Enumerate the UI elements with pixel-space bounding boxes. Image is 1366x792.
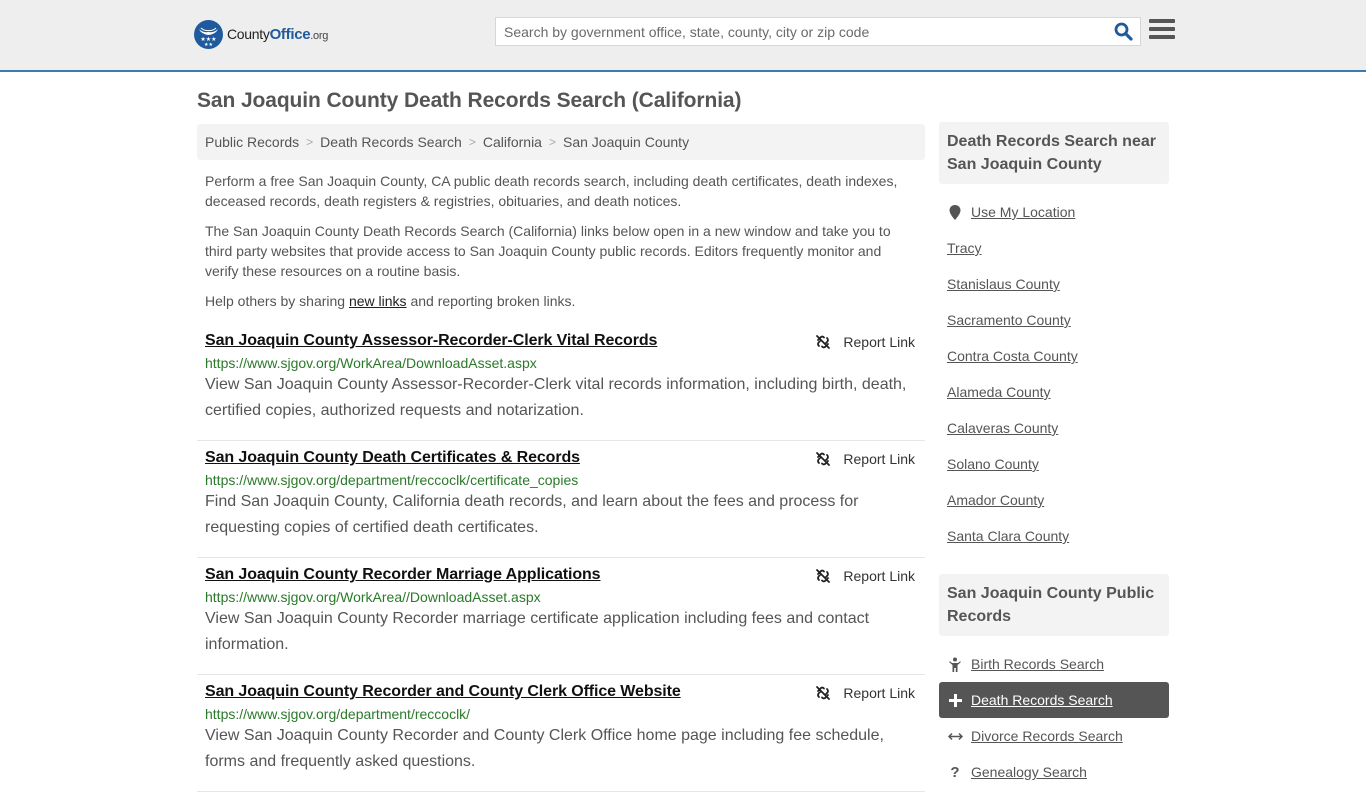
breadcrumb-public-records[interactable]: Public Records xyxy=(205,134,299,150)
svg-text:★★: ★★ xyxy=(204,42,213,48)
death-records-search-link[interactable]: Death Records Search xyxy=(971,692,1113,708)
logo-tld: .org xyxy=(310,30,329,42)
report-link-label: Report Link xyxy=(843,451,915,467)
nearby-heading: Death Records Search near San Joaquin Co… xyxy=(939,122,1169,184)
report-link-button[interactable]: Report Link xyxy=(815,568,915,584)
result-item: San Joaquin County Recorder and County C… xyxy=(197,675,925,792)
result-description: View San Joaquin County Recorder and Cou… xyxy=(205,727,884,770)
report-link-label: Report Link xyxy=(843,568,915,584)
result-item: San Joaquin County Recorder Marriage App… xyxy=(197,558,925,675)
genealogy-search-link[interactable]: Genealogy Search xyxy=(971,764,1087,780)
nearby-item: Sacramento County xyxy=(939,302,1169,338)
map-marker-icon xyxy=(947,204,963,220)
search-input[interactable] xyxy=(496,18,1106,45)
nearby-link-alameda[interactable]: Alameda County xyxy=(947,384,1051,400)
logo-highlight: Office xyxy=(269,26,311,43)
search-button[interactable] xyxy=(1106,18,1140,45)
nearby-item: Stanislaus County xyxy=(939,266,1169,302)
nearby-link-solano[interactable]: Solano County xyxy=(947,456,1039,472)
result-description: View San Joaquin County Recorder marriag… xyxy=(205,610,870,653)
breadcrumb-san-joaquin-county[interactable]: San Joaquin County xyxy=(563,134,689,150)
result-url[interactable]: https://www.sjgov.org/department/reccocl… xyxy=(205,472,917,488)
report-link-label: Report Link xyxy=(843,685,915,701)
intro-paragraph-2: The San Joaquin County Death Records Sea… xyxy=(205,223,891,279)
public-records-list: Birth Records Search Death Records Searc… xyxy=(939,646,1169,790)
nearby-item: Solano County xyxy=(939,446,1169,482)
plus-icon xyxy=(947,693,963,707)
nearby-link-tracy[interactable]: Tracy xyxy=(947,240,981,256)
report-link-button[interactable]: Report Link xyxy=(815,334,915,350)
nearby-item: Contra Costa County xyxy=(939,338,1169,374)
divorce-records-search-link[interactable]: Divorce Records Search xyxy=(971,728,1123,744)
breadcrumb-death-records-search[interactable]: Death Records Search xyxy=(320,134,462,150)
sidebar: Death Records Search near San Joaquin Co… xyxy=(939,122,1169,790)
result-title-link[interactable]: San Joaquin County Death Certificates & … xyxy=(205,449,580,467)
nearby-item: Amador County xyxy=(939,482,1169,518)
nearby-link-amador[interactable]: Amador County xyxy=(947,492,1044,508)
child-icon xyxy=(947,657,963,672)
nearby-item: Tracy xyxy=(939,230,1169,266)
intro-paragraph-3: Help others by sharing new links and rep… xyxy=(205,291,917,311)
public-records-heading: San Joaquin County Public Records xyxy=(939,574,1169,636)
result-item: San Joaquin County Death Certificates & … xyxy=(197,441,925,558)
result-url[interactable]: https://www.sjgov.org/WorkArea//Download… xyxy=(205,589,917,605)
site-logo[interactable]: ★★★ ★★ CountyOffice.org xyxy=(194,20,328,49)
report-link-button[interactable]: Report Link xyxy=(815,451,915,467)
public-records-item-birth: Birth Records Search xyxy=(939,646,1169,682)
public-records-item-death: Death Records Search xyxy=(939,682,1169,718)
result-url[interactable]: https://www.sjgov.org/WorkArea/DownloadA… xyxy=(205,355,917,371)
nearby-link-stanislaus[interactable]: Stanislaus County xyxy=(947,276,1060,292)
breadcrumb-separator: > xyxy=(468,135,476,149)
intro-text-before: Help others by sharing xyxy=(205,293,349,309)
birth-records-search-link[interactable]: Birth Records Search xyxy=(971,656,1104,672)
use-my-location-link[interactable]: Use My Location xyxy=(971,204,1075,220)
hamburger-menu-icon[interactable] xyxy=(1149,19,1175,43)
new-links-link[interactable]: new links xyxy=(349,293,407,309)
result-description: Find San Joaquin County, California deat… xyxy=(205,493,859,536)
broken-link-icon xyxy=(816,569,831,583)
nearby-link-santa-clara[interactable]: Santa Clara County xyxy=(947,528,1069,544)
intro-text-after: and reporting broken links. xyxy=(406,293,576,309)
result-item: San Joaquin County Assessor-Recorder-Cle… xyxy=(197,324,925,441)
result-description: View San Joaquin County Assessor-Recorde… xyxy=(205,376,907,419)
broken-link-icon xyxy=(816,686,831,700)
report-link-button[interactable]: Report Link xyxy=(815,685,915,701)
nearby-list: Use My Location Tracy Stanislaus County … xyxy=(939,194,1169,554)
breadcrumb: Public Records > Death Records Search > … xyxy=(197,124,925,160)
use-my-location-item: Use My Location xyxy=(939,194,1169,230)
eagle-logo-icon: ★★★ ★★ xyxy=(194,20,223,49)
nearby-item: Alameda County xyxy=(939,374,1169,410)
logo-name: County xyxy=(227,26,270,42)
nearby-item: Santa Clara County xyxy=(939,518,1169,554)
site-search xyxy=(495,17,1141,46)
intro-text: Perform a free San Joaquin County, CA pu… xyxy=(197,171,925,311)
result-url[interactable]: https://www.sjgov.org/department/reccocl… xyxy=(205,706,917,722)
breadcrumb-california[interactable]: California xyxy=(483,134,542,150)
intro-paragraph-1: Perform a free San Joaquin County, CA pu… xyxy=(205,173,898,209)
main-content: Public Records > Death Records Search > … xyxy=(197,124,925,792)
logo-wordmark: CountyOffice.org xyxy=(227,26,328,43)
public-records-item-genealogy: ? Genealogy Search xyxy=(939,754,1169,790)
breadcrumb-separator: > xyxy=(548,135,556,149)
result-title-link[interactable]: San Joaquin County Recorder Marriage App… xyxy=(205,566,601,584)
nearby-link-calaveras[interactable]: Calaveras County xyxy=(947,420,1058,436)
broken-link-icon xyxy=(816,452,831,466)
nearby-item: Calaveras County xyxy=(939,410,1169,446)
search-icon xyxy=(1114,22,1133,41)
broken-link-icon xyxy=(816,335,831,349)
report-link-label: Report Link xyxy=(843,334,915,350)
breadcrumb-separator: > xyxy=(306,135,314,149)
arrows-horizontal-icon xyxy=(947,732,963,741)
public-records-item-divorce: Divorce Records Search xyxy=(939,718,1169,754)
question-icon: ? xyxy=(950,763,960,781)
site-header: ★★★ ★★ CountyOffice.org xyxy=(0,0,1366,72)
result-title-link[interactable]: San Joaquin County Recorder and County C… xyxy=(205,683,681,701)
nearby-link-contra-costa[interactable]: Contra Costa County xyxy=(947,348,1078,364)
result-title-link[interactable]: San Joaquin County Assessor-Recorder-Cle… xyxy=(205,332,657,350)
nearby-link-sacramento[interactable]: Sacramento County xyxy=(947,312,1071,328)
page-title: San Joaquin County Death Records Search … xyxy=(197,89,742,112)
results-list: San Joaquin County Assessor-Recorder-Cle… xyxy=(197,324,925,792)
